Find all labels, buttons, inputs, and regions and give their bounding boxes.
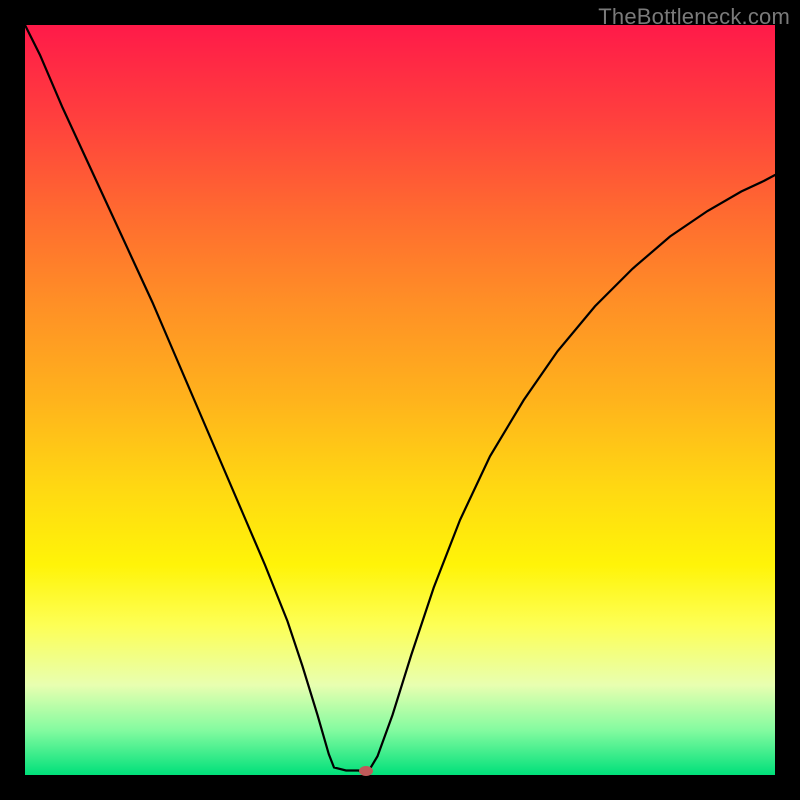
watermark-text: TheBottleneck.com bbox=[598, 4, 790, 30]
plot-area bbox=[25, 25, 775, 775]
chart-frame: TheBottleneck.com bbox=[0, 0, 800, 800]
bottleneck-curve bbox=[25, 25, 775, 775]
curve-path bbox=[25, 25, 775, 775]
minimum-marker bbox=[359, 766, 373, 776]
